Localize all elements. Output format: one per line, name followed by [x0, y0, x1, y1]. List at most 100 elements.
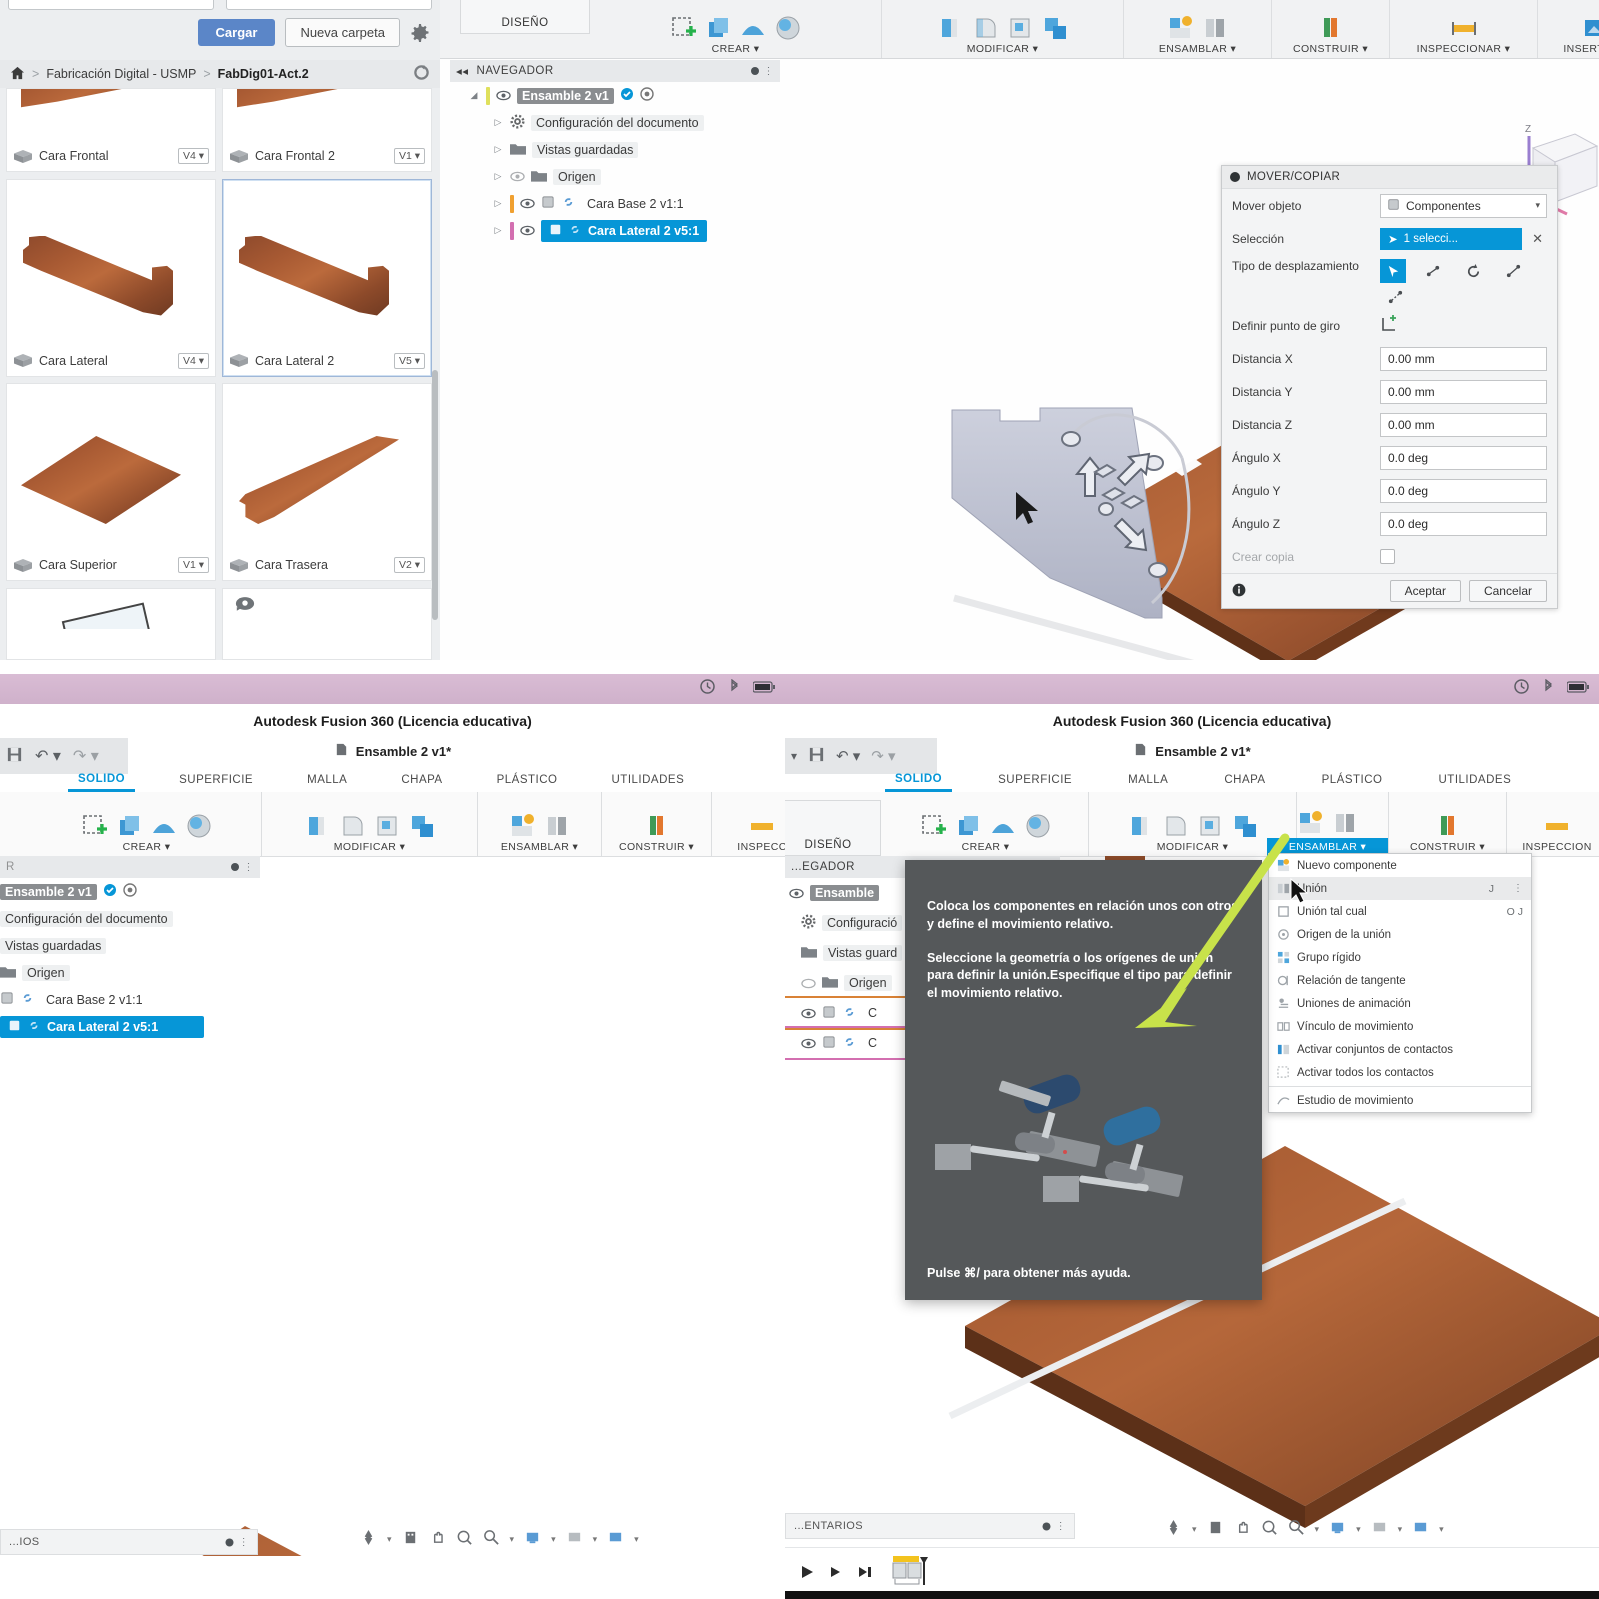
orbit-icon[interactable] — [360, 1529, 377, 1549]
breadcrumb-folder[interactable]: FabDig01-Act.2 — [218, 67, 309, 81]
field-left[interactable] — [8, 0, 214, 10]
sphere-icon[interactable] — [1023, 811, 1053, 841]
component-activate-icon[interactable] — [620, 87, 634, 104]
fillet-icon[interactable] — [970, 13, 1000, 43]
move-type-point-to-point-button[interactable] — [1500, 259, 1526, 283]
zoom-icon[interactable] — [456, 1529, 473, 1549]
tab-chapa[interactable]: CHAPA — [1214, 770, 1275, 790]
menu-item-grupo-rigido[interactable]: Grupo rígido — [1269, 946, 1531, 969]
field-right[interactable] — [226, 0, 432, 10]
appearance-icon[interactable] — [640, 87, 654, 104]
time-machine-icon[interactable] — [700, 679, 715, 697]
navigator-row-cara-base-2[interactable]: ▷ Cara Base 2 v1:1 — [450, 190, 780, 217]
accept-button[interactable]: Aceptar — [1389, 580, 1461, 602]
comments-panel-header[interactable]: ...IOS ⋮ — [0, 1529, 258, 1555]
ribbon-group-label[interactable]: INSERTAR ▾ — [1563, 43, 1599, 58]
battery-icon[interactable] — [1566, 680, 1589, 696]
extrude-icon[interactable] — [703, 13, 733, 43]
new-component-icon[interactable] — [507, 811, 537, 841]
step-forward-icon[interactable] — [829, 1564, 843, 1583]
measure-icon[interactable] — [1542, 811, 1572, 841]
tab-utilidades[interactable]: UTILIDADES — [602, 770, 695, 790]
refresh-icon[interactable] — [413, 64, 430, 84]
data-card-cara-frontal[interactable]: Cara Frontal V4 ▾ — [6, 88, 216, 172]
data-panel-scrollbar[interactable] — [432, 370, 438, 620]
collapse-icon[interactable]: ◂◂ — [456, 64, 469, 78]
twisty-icon[interactable]: ▷ — [492, 198, 504, 209]
construct-plane-icon[interactable] — [1316, 13, 1346, 43]
time-machine-icon[interactable] — [1514, 679, 1529, 697]
construct-plane-icon[interactable] — [642, 811, 672, 841]
zoom-icon[interactable] — [1261, 1519, 1278, 1539]
angle-x-input[interactable]: 0.0 deg — [1380, 445, 1547, 470]
submenu-options-icon[interactable]: ⋮ — [1513, 883, 1523, 894]
twisty-icon[interactable]: ◢ — [468, 90, 480, 101]
ribbon-group-label[interactable]: CREAR ▾ — [962, 841, 1010, 856]
display-settings-icon[interactable] — [402, 1529, 419, 1549]
sphere-icon[interactable] — [773, 13, 803, 43]
ribbon-group-label[interactable]: MODIFICAR ▾ — [967, 43, 1039, 58]
create-sketch-icon[interactable] — [918, 811, 948, 841]
twisty-icon[interactable]: ▷ — [492, 117, 504, 128]
move-object-select[interactable]: Componentes ▾ — [1380, 193, 1547, 218]
home-icon[interactable] — [10, 66, 25, 83]
version-badge[interactable]: V4 ▾ — [177, 352, 209, 369]
ribbon-group-label[interactable]: CONSTRUIR ▾ — [619, 841, 694, 856]
workspace-dropdown[interactable]: DISEÑO — [460, 0, 590, 34]
comments-panel-header-right[interactable]: ...ENTARIOS ⋮ — [785, 1513, 1075, 1539]
menu-item-origen-de-la-union[interactable]: Origen de la unión — [1269, 923, 1531, 946]
ribbon-group-label[interactable]: ENSAMBLAR ▾ — [501, 841, 578, 856]
menu-item-activar-todos-los-contactos[interactable]: Activar todos los contactos — [1269, 1061, 1531, 1084]
twisty-icon[interactable]: ▷ — [492, 171, 504, 182]
distance-y-input[interactable]: 0.00 mm — [1380, 379, 1547, 404]
bluetooth-icon[interactable] — [1543, 678, 1553, 697]
breadcrumb-project[interactable]: Fabricación Digital - USMP — [46, 67, 196, 81]
twisty-icon[interactable]: ▷ — [492, 225, 504, 236]
new-component-icon[interactable] — [1165, 13, 1195, 43]
menu-item-relacion-de-tangente[interactable]: Relación de tangente — [1269, 969, 1531, 992]
ribbon-group-label[interactable]: INSPECCION — [1522, 841, 1591, 856]
sphere-icon[interactable] — [184, 811, 214, 841]
joint-icon[interactable] — [1330, 808, 1360, 838]
new-component-icon[interactable] — [1295, 808, 1325, 838]
distance-x-input[interactable]: 0.00 mm — [1380, 346, 1547, 371]
data-card-cara-lateral-2[interactable]: Cara Lateral 2 V5 ▾ — [222, 178, 432, 377]
version-badge[interactable]: V1 ▾ — [177, 557, 209, 573]
angle-y-input[interactable]: 0.0 deg — [1380, 478, 1547, 503]
combine-icon[interactable] — [407, 811, 437, 841]
move-type-free-button[interactable] — [1380, 259, 1406, 283]
data-card-partial-right[interactable] — [222, 587, 432, 660]
revolve-icon[interactable] — [149, 811, 179, 841]
ribbon-group-label[interactable]: CONSTRUIR ▾ — [1293, 43, 1368, 58]
document-tab-left[interactable]: Ensamble 2 v1* — [0, 742, 785, 760]
navigator-row-root[interactable]: ◢ Ensamble 2 v1 — [450, 82, 780, 109]
revolve-icon[interactable] — [738, 13, 768, 43]
version-badge[interactable]: V5 ▾ — [393, 352, 425, 369]
menu-item-vinculo-de-movimiento[interactable]: Vínculo de movimiento — [1269, 1015, 1531, 1038]
dialog-close-icon[interactable] — [1230, 172, 1240, 182]
play-icon[interactable] — [799, 1564, 815, 1583]
version-badge[interactable]: V2 ▾ — [393, 557, 425, 573]
move-type-rotate-button[interactable] — [1460, 259, 1486, 283]
timeline-marker-icon[interactable] — [887, 1555, 941, 1592]
selection-chip[interactable]: ➤ 1 selecci... — [1380, 227, 1523, 250]
viewport-bottom-left[interactable] — [0, 856, 785, 1556]
ribbon-group-label[interactable]: INSPECCIONAR ▾ — [1417, 43, 1511, 58]
fillet-icon[interactable] — [1160, 811, 1190, 841]
visibility-eye-icon[interactable] — [496, 90, 511, 101]
set-pivot-icon[interactable] — [1380, 315, 1398, 336]
cancel-button[interactable]: Cancelar — [1468, 580, 1547, 602]
measure-icon[interactable] — [747, 811, 777, 841]
combine-icon[interactable] — [1040, 13, 1070, 43]
visibility-eye-icon[interactable] — [520, 198, 535, 209]
create-sketch-icon[interactable] — [79, 811, 109, 841]
orbit-icon[interactable] — [1165, 1519, 1182, 1539]
data-card-cara-frontal-2[interactable]: Cara Frontal 2 V1 ▾ — [222, 88, 432, 172]
navigator-row-cara-lateral-2[interactable]: ▷ Cara Lateral 2 v5:1 — [450, 217, 780, 244]
tab-solido[interactable]: SOLIDO — [68, 769, 136, 792]
tab-malla[interactable]: MALLA — [1118, 770, 1178, 790]
tab-utilidades[interactable]: UTILIDADES — [1429, 770, 1522, 790]
navigator-row-saved-views[interactable]: ▷ Vistas guardadas — [450, 136, 780, 163]
angle-z-input[interactable]: 0.0 deg — [1380, 511, 1547, 536]
fillet-icon[interactable] — [337, 811, 367, 841]
